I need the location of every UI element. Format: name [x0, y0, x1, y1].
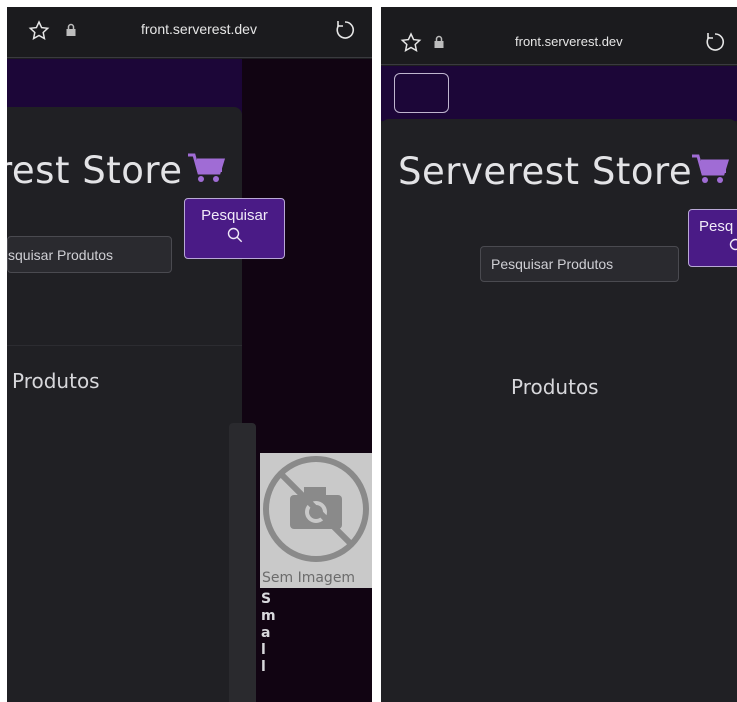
reload-icon[interactable] — [333, 18, 357, 42]
search-icon — [227, 227, 242, 243]
product-name-letter: l — [261, 659, 266, 675]
search-icon — [729, 238, 737, 251]
url-text[interactable]: front.serverest.dev — [141, 21, 257, 37]
lock-icon — [66, 23, 76, 36]
lock-icon — [434, 35, 444, 48]
cart-icon — [692, 154, 729, 183]
product-list-scroll[interactable] — [229, 423, 256, 702]
divider — [7, 345, 242, 346]
page-title: Serverest Store — [398, 150, 693, 193]
search-input[interactable]: Pesquisar Produtos — [480, 246, 679, 282]
cart-icon — [188, 153, 225, 182]
search-button-label: Pesquisar — [201, 207, 268, 224]
product-name-letter: S — [261, 591, 272, 607]
section-title-produtos: Produtos — [12, 369, 100, 393]
menu-toggle-button[interactable] — [394, 73, 449, 113]
search-button[interactable]: Pesquisar — [184, 198, 285, 259]
section-title-produtos: Produtos — [511, 375, 599, 399]
screenshot-left: front.serverest.dev rest Store squisar P… — [7, 7, 372, 702]
product-name-letter: m — [261, 608, 276, 624]
url-text[interactable]: front.serverest.dev — [515, 34, 623, 49]
product-name-letter: l — [261, 642, 266, 658]
page-title: rest Store — [7, 149, 183, 192]
product-name-letter: a — [261, 625, 271, 641]
star-icon[interactable] — [27, 19, 51, 43]
product-card[interactable]: Sem Imagem — [260, 453, 372, 588]
no-image-label: Sem Imagem — [262, 570, 356, 586]
search-button[interactable]: Pesq — [688, 209, 737, 267]
browser-url-bar[interactable]: front.serverest.dev — [7, 7, 372, 58]
screenshot-right: front.serverest.dev Serverest Store Pesq… — [381, 7, 737, 702]
search-button-label: Pesq — [699, 218, 734, 235]
search-card: Serverest Store Pesquisar Produtos Produ… — [381, 119, 737, 702]
no-camera-icon — [263, 456, 369, 562]
browser-url-bar[interactable]: front.serverest.dev — [381, 7, 737, 65]
search-card: rest Store squisar Produtos Produtos — [7, 107, 242, 702]
star-icon[interactable] — [399, 31, 423, 55]
product-name[interactable]: S m a l l — [261, 591, 276, 676]
search-input[interactable]: squisar Produtos — [7, 236, 172, 273]
reload-icon[interactable] — [703, 30, 727, 54]
